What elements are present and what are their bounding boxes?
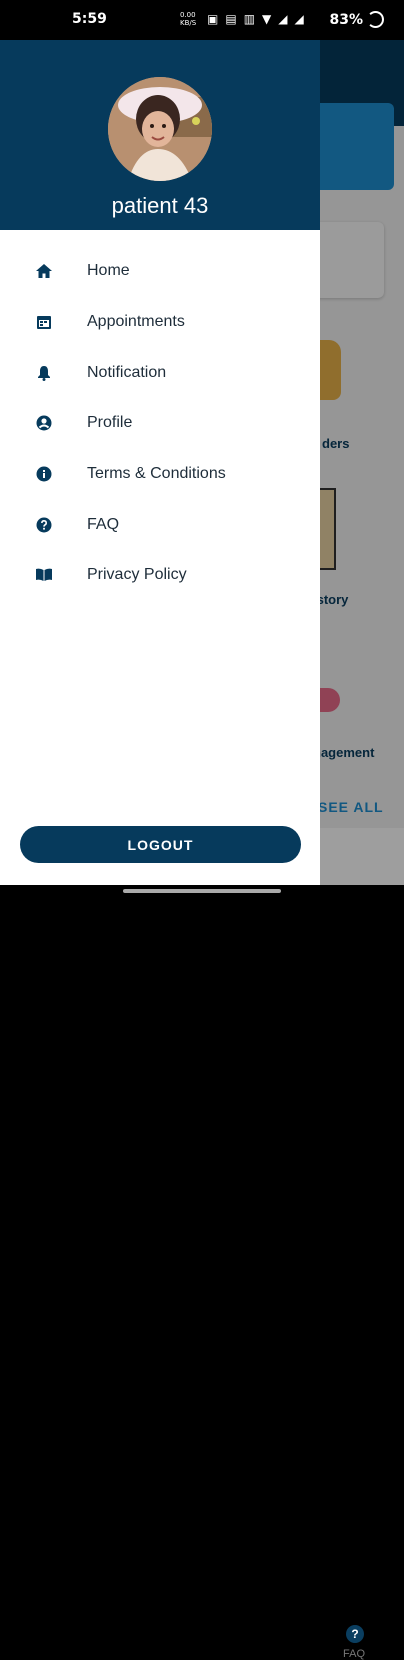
nfc-icon: ▣ — [207, 12, 219, 26]
home-icon — [35, 262, 53, 280]
help-icon: ? — [346, 1625, 364, 1643]
signal-icon: ◢ — [278, 12, 288, 26]
info-icon — [35, 465, 53, 483]
menu-label: FAQ — [87, 515, 120, 533]
home-gesture-handle[interactable] — [123, 889, 281, 893]
status-time: 5:59 — [72, 11, 107, 27]
volte-icon: ▤ — [225, 12, 237, 26]
book-icon — [35, 566, 53, 584]
battery-indicator: 83% — [329, 11, 384, 28]
vibrate-icon: ▥ — [243, 12, 256, 26]
patient-name: patient 43 — [111, 193, 209, 218]
account-circle-icon — [35, 414, 53, 432]
menu-item-home[interactable]: Home — [0, 246, 320, 297]
logout-button[interactable]: LOGOUT — [20, 826, 301, 863]
calendar-icon — [35, 313, 53, 331]
menu-item-privacy[interactable]: Privacy Policy — [0, 550, 320, 601]
menu-item-appointments[interactable]: Appointments — [0, 297, 320, 348]
battery-text: 83% — [329, 11, 363, 28]
status-bar: 5:59 0.00 KB/S ▣ ▤ ▥ ▼ ◢ ◢ 83% — [0, 0, 404, 40]
signal2-icon: ◢ — [294, 12, 304, 26]
menu-label: Appointments — [87, 313, 185, 331]
drawer-menu: Home Appointments Notification Profile T… — [0, 246, 320, 601]
menu-label: Terms & Conditions — [87, 465, 226, 483]
menu-label: Profile — [87, 414, 133, 432]
network-speed: 0.00 KB/S — [180, 11, 197, 27]
menu-item-terms[interactable]: Terms & Conditions — [0, 449, 320, 500]
bg-tab-faq: FAQ — [343, 1648, 366, 1660]
menu-label: Home — [87, 262, 130, 280]
system-nav-bar — [0, 885, 404, 900]
menu-label: Notification — [87, 363, 167, 381]
bell-icon — [35, 364, 53, 382]
menu-item-notification[interactable]: Notification — [0, 347, 320, 398]
navigation-drawer: patient 43 Home Appointments Notificatio… — [0, 40, 320, 885]
status-icons: 0.00 KB/S ▣ ▤ ▥ ▼ ◢ ◢ — [180, 11, 304, 27]
menu-item-profile[interactable]: Profile — [0, 398, 320, 449]
menu-item-faq[interactable]: FAQ — [0, 499, 320, 550]
battery-icon — [367, 11, 384, 28]
drawer-header: patient 43 — [0, 40, 320, 230]
menu-label: Privacy Policy — [87, 566, 187, 584]
help-icon — [35, 516, 53, 534]
avatar — [108, 77, 212, 181]
wifi-icon: ▼ — [262, 12, 272, 26]
avatar-photo — [108, 77, 212, 181]
